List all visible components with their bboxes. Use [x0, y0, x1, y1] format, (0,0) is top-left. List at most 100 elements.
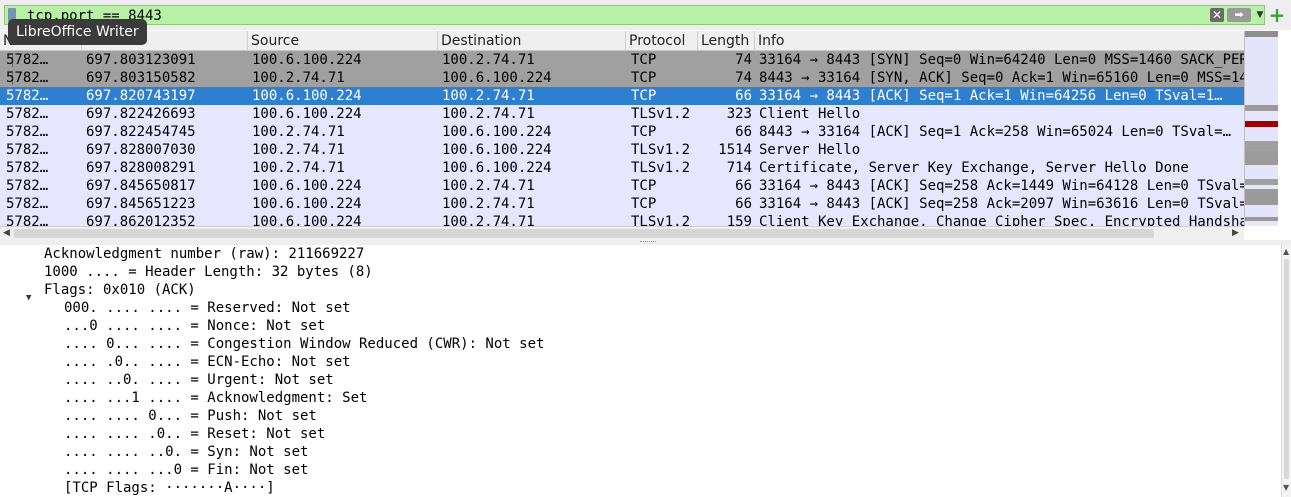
- packet-row[interactable]: 5782… 697.845651223 100.6.100.224 100.2.74.…: [0, 195, 1244, 213]
- cell-protocol: TCP: [631, 70, 657, 86]
- packet-row[interactable]: 5782… 697.822454745 100.2.74.71 100.6.100.2…: [0, 123, 1244, 141]
- detail-line[interactable]: .... .... .0.. = Reset: Not set: [64, 425, 325, 443]
- tooltip: LibreOffice Writer: [8, 19, 147, 45]
- cell-time: 697.862012352: [86, 214, 196, 226]
- cell-source: 100.6.100.224: [252, 214, 362, 226]
- detail-line[interactable]: .... 0... .... = Congestion Window Reduc…: [64, 335, 544, 353]
- scroll-right-icon[interactable]: ▶: [1232, 227, 1239, 240]
- cell-source: 100.2.74.71: [252, 124, 345, 140]
- minimap-mark: [1245, 105, 1278, 111]
- packet-row[interactable]: 5782… 697.803123091 100.6.100.224 100.2.74.…: [0, 51, 1244, 69]
- details-vscrollbar[interactable]: ▲ ▼: [1281, 245, 1291, 497]
- detail-line[interactable]: .... .0.. .... = ECN-Echo: Not set: [64, 353, 351, 371]
- packet-row[interactable]: 5782… 697.862012352 100.6.100.224 100.2.74.…: [0, 213, 1244, 226]
- cell-source: 100.2.74.71: [252, 160, 345, 176]
- cell-info: 33164 → 8443 [ACK] Seq=258 Ack=2097 Win=…: [759, 196, 1244, 212]
- detail-line[interactable]: ...0 .... .... = Nonce: Not set: [64, 317, 325, 335]
- cell-time: 697.845650817: [86, 178, 196, 194]
- cell-protocol: TLSv1.2: [631, 214, 691, 226]
- triangle-down-icon[interactable]: ▼: [26, 289, 31, 307]
- cell-no: 5782…: [6, 178, 49, 194]
- packet-row[interactable]: 5782… 697.828008291 100.2.74.71 100.6.100.2…: [0, 159, 1244, 177]
- cell-source: 100.2.74.71: [252, 142, 345, 158]
- packet-row[interactable]: 5782… 697.828007030 100.2.74.71 100.6.100.2…: [0, 141, 1244, 159]
- column-header-source[interactable]: Source: [248, 31, 438, 51]
- scrollbar-thumb[interactable]: [1284, 259, 1289, 479]
- cell-info: 8443 → 33164 [SYN, ACK] Seq=0 Ack=1 Win=…: [759, 70, 1244, 86]
- detail-line[interactable]: .... .... ...0 = Fin: Not set: [64, 461, 308, 479]
- cell-no: 5782…: [6, 88, 49, 104]
- display-filter-toolbar: tcp.port == 8443 ✕ ➡ ▼ +: [0, 0, 1291, 30]
- cell-info: Server Hello: [759, 142, 861, 158]
- cell-length: 159: [726, 214, 752, 226]
- cell-destination: 100.6.100.224: [442, 70, 552, 86]
- detail-line[interactable]: 1000 .... = Header Length: 32 bytes (8): [44, 263, 373, 281]
- cell-info: 8443 → 33164 [ACK] Seq=1 Ack=258 Win=650…: [759, 124, 1232, 140]
- cell-time: 697.822426693: [86, 106, 196, 122]
- column-header-length[interactable]: Length: [698, 31, 755, 51]
- display-filter-input[interactable]: tcp.port == 8443 ✕ ➡ ▼: [4, 5, 1265, 25]
- detail-line[interactable]: .... .... 0... = Push: Not set: [64, 407, 317, 425]
- cell-no: 5782…: [6, 70, 49, 86]
- minimap-mark: [1245, 113, 1278, 121]
- column-header-destination[interactable]: Destination: [438, 31, 626, 51]
- scroll-down-icon[interactable]: ▼: [1283, 483, 1289, 492]
- arrow-right-icon[interactable]: ➡: [1227, 8, 1251, 22]
- cell-destination: 100.6.100.224: [442, 160, 552, 176]
- detail-line[interactable]: 000. .... .... = Reserved: Not set: [64, 299, 351, 317]
- cell-protocol: TCP: [631, 52, 657, 68]
- cell-destination: 100.2.74.71: [442, 106, 535, 122]
- plus-icon[interactable]: +: [1268, 5, 1286, 25]
- detail-line[interactable]: .... ...1 .... = Acknowledgment: Set: [64, 389, 367, 407]
- packet-list-header: No. Time Source Destination Protocol Len…: [0, 31, 1244, 51]
- cell-time: 697.803123091: [86, 52, 196, 68]
- cell-source: 100.2.74.71: [252, 70, 345, 86]
- detail-line[interactable]: [TCP Flags: ·······A····]: [64, 479, 275, 497]
- cell-source: 100.6.100.224: [252, 178, 362, 194]
- cell-info: Client Key Exchange, Change Cipher Spec,…: [759, 214, 1244, 226]
- minimap-mark: [1245, 151, 1278, 165]
- cell-info: 33164 → 8443 [SYN] Seq=0 Win=64240 Len=0…: [759, 52, 1244, 68]
- minimap-mark: [1245, 141, 1278, 151]
- packet-row[interactable]: 5782… 697.845650817 100.6.100.224 100.2.74.…: [0, 177, 1244, 195]
- packet-row[interactable]: 5782… 697.822426693 100.6.100.224 100.2.74.…: [0, 105, 1244, 123]
- cell-protocol: TLSv1.2: [631, 160, 691, 176]
- clear-icon[interactable]: ✕: [1210, 8, 1224, 22]
- chevron-down-icon[interactable]: ▼: [1254, 7, 1266, 23]
- cell-no: 5782…: [6, 124, 49, 140]
- cell-length: 66: [735, 88, 752, 104]
- column-header-info[interactable]: Info: [755, 31, 1244, 51]
- cell-time: 697.845651223: [86, 196, 196, 212]
- cell-time: 697.828008291: [86, 160, 196, 176]
- column-header-protocol[interactable]: Protocol: [626, 31, 698, 51]
- cell-protocol: TCP: [631, 124, 657, 140]
- splitter-grip[interactable]: [640, 241, 656, 244]
- minimap-mark: [1245, 37, 1278, 105]
- packet-minimap[interactable]: [1244, 31, 1278, 226]
- detail-line[interactable]: .... ..0. .... = Urgent: Not set: [64, 371, 334, 389]
- cell-info: Certificate, Server Key Exchange, Server…: [759, 160, 1189, 176]
- scrollbar-thumb[interactable]: [14, 229, 1154, 238]
- detail-line[interactable]: Acknowledgment number (raw): 211669227: [44, 245, 364, 263]
- packet-row[interactable]: 5782… 697.820743197 100.6.100.224 100.2.74.…: [0, 87, 1244, 105]
- detail-line[interactable]: .... .... ..0. = Syn: Not set: [64, 443, 308, 461]
- minimap-mark: [1245, 165, 1278, 179]
- cell-destination: 100.6.100.224: [442, 142, 552, 158]
- scroll-up-icon[interactable]: ▲: [1283, 247, 1289, 256]
- scroll-left-icon[interactable]: ◀: [3, 227, 10, 240]
- minimap-mark: [1245, 217, 1278, 221]
- cell-destination: 100.2.74.71: [442, 214, 535, 226]
- cell-no: 5782…: [6, 106, 49, 122]
- cell-length: 714: [726, 160, 752, 176]
- detail-line-flags[interactable]: Flags: 0x010 (ACK): [44, 281, 196, 299]
- cell-length: 74: [735, 52, 752, 68]
- cell-no: 5782…: [6, 196, 49, 212]
- cell-destination: 100.2.74.71: [442, 178, 535, 194]
- packet-row[interactable]: 5782… 697.803150582 100.2.74.71 100.6.100.2…: [0, 69, 1244, 87]
- packet-list-hscrollbar[interactable]: ◀ ▶: [0, 226, 1244, 240]
- cell-no: 5782…: [6, 52, 49, 68]
- cell-source: 100.6.100.224: [252, 196, 362, 212]
- cell-source: 100.6.100.224: [252, 52, 362, 68]
- cell-protocol: TCP: [631, 88, 657, 104]
- minimap-mark: [1245, 179, 1278, 185]
